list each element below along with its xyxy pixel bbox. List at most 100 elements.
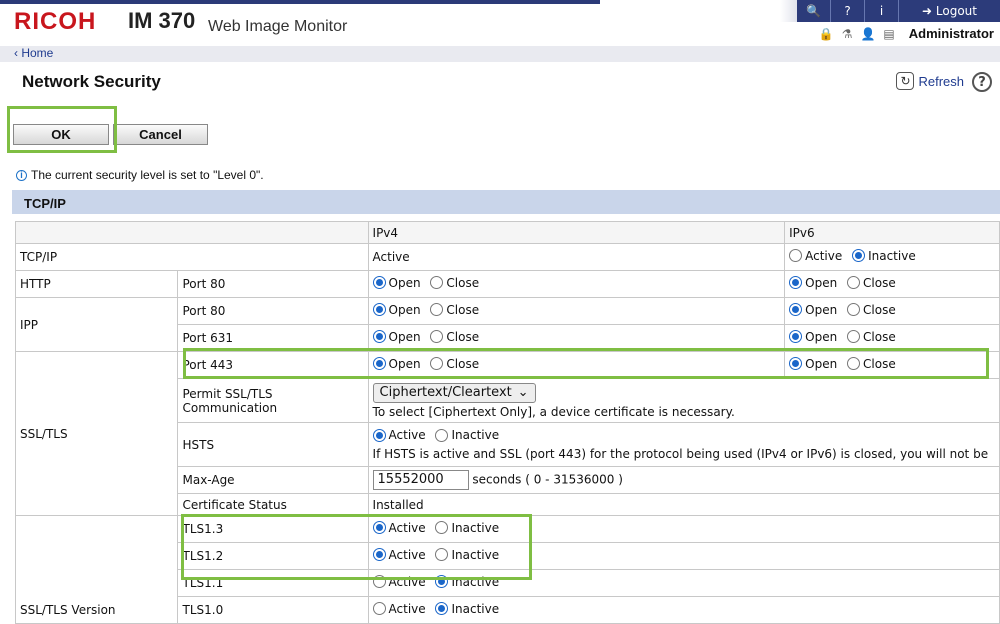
status-icons: 🔒 ⚗ 👤 ▤ Administrator: [819, 26, 994, 41]
user-icon: 👤: [860, 26, 876, 41]
cert-status-value: Installed: [367, 493, 1000, 516]
tls10-active-radio[interactable]: Active: [372, 602, 426, 616]
maxage-cell: 15552000 seconds ( 0 - 31536000 ): [367, 466, 1000, 494]
ipp80-ipv6-open-radio[interactable]: Open: [789, 303, 837, 317]
header-blank: [15, 221, 369, 244]
refresh-label: Refresh: [918, 73, 964, 89]
section-header-tcpip: TCP/IP: [12, 190, 1000, 214]
row-label-tcpip: TCP/IP: [15, 243, 369, 271]
ipp631-ipv4-close-radio[interactable]: Close: [430, 330, 479, 344]
permit-ssl-label: Permit SSL/TLS Communication: [177, 378, 369, 423]
ipp631-ipv6-open-radio[interactable]: Open: [789, 330, 837, 344]
tls10-label: TLS1.0: [177, 596, 369, 624]
ssl443-ipv6-cell: Open Close: [784, 351, 1000, 379]
tls11-active-radio[interactable]: Active: [372, 575, 426, 589]
cert-status-label: Certificate Status: [177, 493, 369, 516]
refresh-button[interactable]: ↻ Refresh: [896, 72, 964, 90]
tls12-cell: Active Inactive: [367, 542, 1000, 570]
row-label-http: HTTP: [14, 270, 179, 298]
document-icon: ▤: [883, 26, 895, 41]
refresh-icon: ↻: [896, 72, 915, 90]
ssl443-ipv4-cell: Open Close: [367, 351, 786, 379]
tls10-inactive-radio[interactable]: Inactive: [435, 602, 499, 616]
model-name: IM 370: [128, 8, 196, 33]
ipp631-ipv4-open-radio[interactable]: Open: [372, 330, 421, 344]
security-level-info: i The current security level is set to "…: [16, 168, 264, 182]
tls11-cell: Active Inactive: [367, 569, 1000, 597]
chevron-down-icon: ⌄: [517, 385, 529, 400]
ssl-port443-label: Port 443: [177, 351, 369, 379]
ssl443-ipv6-open-radio[interactable]: Open: [789, 357, 837, 371]
ipp631-ipv6-close-radio[interactable]: Close: [847, 330, 896, 344]
tls12-inactive-radio[interactable]: Inactive: [435, 548, 499, 562]
tls11-inactive-radio[interactable]: Inactive: [435, 575, 499, 589]
ipp80-ipv6-close-radio[interactable]: Close: [847, 303, 896, 317]
tls13-cell: Active Inactive: [367, 515, 1000, 543]
maxage-label: Max-Age: [177, 466, 369, 494]
breadcrumb: ‹ Home: [0, 46, 1000, 62]
permit-ssl-note: To select [Ciphertext Only], a device ce…: [372, 404, 735, 419]
hsts-note: If HSTS is active and SSL (port 443) for…: [372, 446, 989, 461]
logout-icon: ➜: [922, 4, 936, 18]
tcpip-ipv6-inactive-radio[interactable]: Inactive: [852, 249, 916, 263]
cancel-button[interactable]: Cancel: [113, 124, 208, 145]
page-title: Network Security: [22, 72, 161, 91]
http-ipv4-close-radio[interactable]: Close: [430, 276, 479, 290]
http-port-label: Port 80: [177, 270, 369, 298]
hsts-active-radio[interactable]: Active: [372, 428, 426, 442]
http-ipv4-cell: Open Close: [367, 270, 786, 298]
info-circle-icon: i: [16, 169, 27, 181]
tcpip-ipv6-cell: Active Inactive: [784, 243, 1000, 271]
ssl443-ipv4-open-radio[interactable]: Open: [372, 357, 421, 371]
product-name: Web Image Monitor: [208, 18, 348, 35]
ipp631-ipv4-cell: Open Close: [367, 324, 786, 352]
permit-ssl-cell: Ciphertext/Cleartext ⌄ To select [Ciphert…: [367, 378, 1000, 423]
tcpip-ipv6-active-radio[interactable]: Active: [789, 249, 842, 263]
maxage-unit: seconds ( 0 - 31536000 ): [472, 472, 623, 487]
ipp-port631-label: Port 631: [177, 324, 369, 352]
logout-label: Logout: [935, 4, 977, 18]
ssl443-ipv6-close-radio[interactable]: Close: [847, 357, 896, 371]
http-ipv6-close-radio[interactable]: Close: [847, 276, 896, 290]
info-icon[interactable]: i: [865, 0, 899, 22]
hsts-label: HSTS: [177, 422, 369, 467]
security-level-text: The current security level is set to "Le…: [31, 168, 264, 182]
maxage-input[interactable]: 15552000: [372, 470, 469, 490]
help-icon[interactable]: ?: [972, 72, 992, 92]
http-ipv4-open-radio[interactable]: Open: [372, 276, 421, 290]
ipp80-ipv4-close-radio[interactable]: Close: [430, 303, 479, 317]
tls13-active-radio[interactable]: Active: [372, 521, 426, 535]
lock-icon: 🔒: [818, 26, 834, 41]
tls13-label: TLS1.3: [177, 515, 369, 543]
header: RICOH IM 370 Web Image Monitor 🔍 ? i ➜ L…: [0, 0, 1000, 46]
tcpip-ipv4-value: Active: [367, 243, 786, 271]
tls13-inactive-radio[interactable]: Inactive: [435, 521, 499, 535]
http-ipv6-open-radio[interactable]: Open: [789, 276, 837, 290]
question-icon[interactable]: ?: [831, 0, 865, 22]
user-name: Administrator: [908, 26, 994, 41]
ssl443-ipv4-close-radio[interactable]: Close: [430, 357, 479, 371]
tls12-active-radio[interactable]: Active: [372, 548, 426, 562]
col-ipv4: IPv4: [367, 221, 786, 244]
ipp80-ipv6-cell: Open Close: [784, 297, 1000, 325]
network-security-table: IPv4 IPv6 TCP/IP Active Active Inactive …: [14, 221, 1000, 624]
col-ipv6: IPv6: [784, 221, 1000, 244]
tls12-label: TLS1.2: [177, 542, 369, 570]
brand-logo: RICOH: [14, 8, 97, 35]
home-link[interactable]: ‹ Home: [14, 46, 53, 60]
ipp80-ipv4-open-radio[interactable]: Open: [372, 303, 421, 317]
row-label-ssltls: SSL/TLS: [14, 351, 179, 516]
ipp631-ipv6-cell: Open Close: [784, 324, 1000, 352]
network-icon: ⚗: [841, 26, 853, 41]
ipp-port80-label: Port 80: [177, 297, 369, 325]
row-label-ipp: IPP: [14, 297, 179, 352]
hsts-inactive-radio[interactable]: Inactive: [435, 428, 499, 442]
row-label-ssl-version: SSL/TLS Version: [14, 515, 179, 624]
permit-ssl-select[interactable]: Ciphertext/Cleartext ⌄: [372, 382, 536, 403]
logout-button[interactable]: ➜ Logout: [899, 0, 1000, 22]
ok-button[interactable]: OK: [13, 124, 109, 145]
tls10-cell: Active Inactive: [367, 596, 1000, 624]
top-toolbar: 🔍 ? i ➜ Logout: [797, 0, 1000, 22]
hsts-cell: Active Inactive If HSTS is active and SS…: [367, 422, 1000, 467]
search-icon[interactable]: 🔍: [797, 0, 831, 22]
